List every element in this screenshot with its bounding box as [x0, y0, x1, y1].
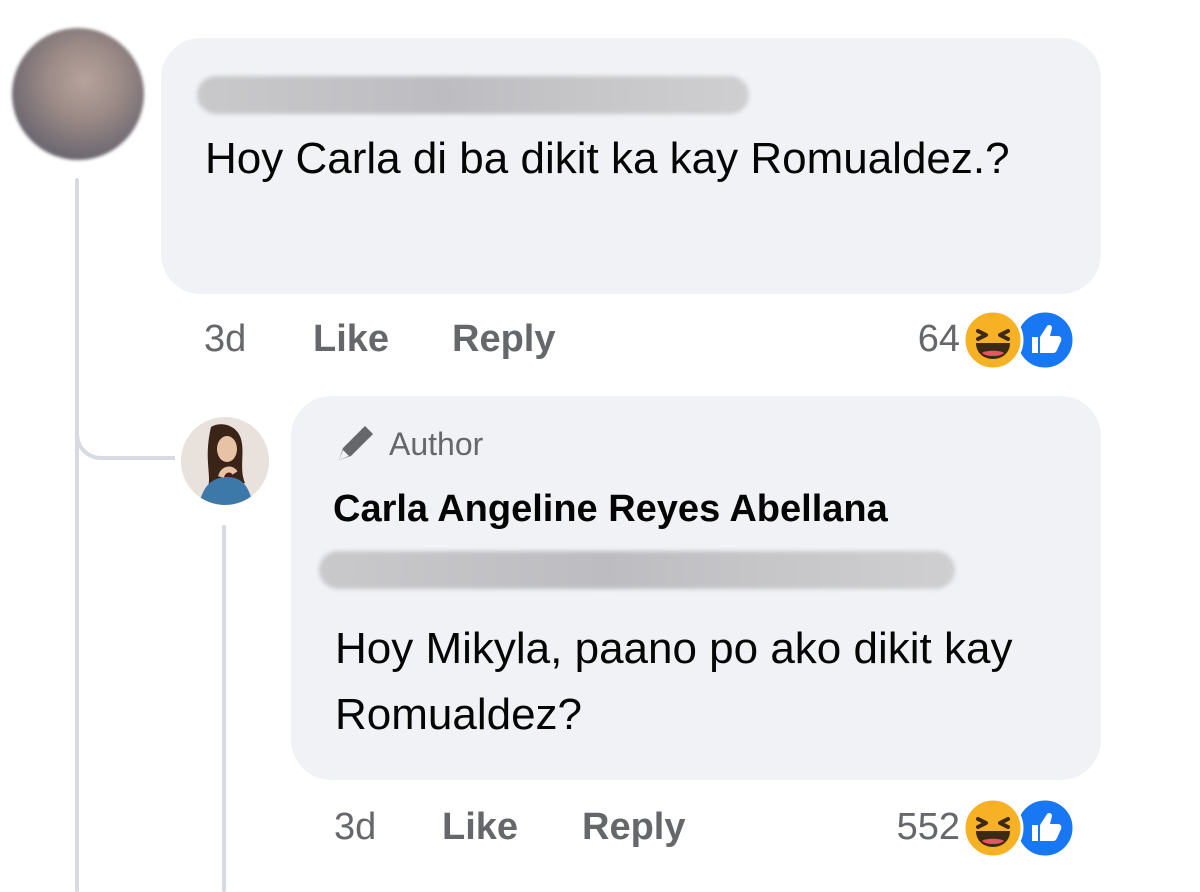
author-avatar[interactable]	[181, 417, 269, 505]
reply-like-button[interactable]: Like	[442, 806, 518, 849]
author-badge-label: Author	[389, 425, 484, 462]
reply-reactions[interactable]	[962, 793, 1092, 863]
comment-text: Hoy Carla di ba dikit ka kay Romualdez.?	[205, 134, 1010, 183]
haha-icon	[962, 309, 1024, 371]
redacted-mention	[319, 551, 955, 589]
reply-thread-line	[222, 525, 226, 892]
comment-like-button[interactable]: Like	[313, 318, 389, 361]
redacted-commenter-name	[197, 76, 749, 114]
comment-reaction-count[interactable]: 64	[880, 318, 960, 361]
comment-bubble: Hoy Carla di ba dikit ka kay Romualdez.?	[161, 38, 1101, 294]
comment-time[interactable]: 3d	[204, 318, 246, 361]
author-photo	[181, 417, 269, 505]
pencil-icon	[339, 426, 373, 460]
reply-text: Hoy Mikyla, paano po ako dikit kay Romua…	[335, 624, 1013, 739]
reply-reaction-count[interactable]: 552	[860, 806, 960, 849]
author-name[interactable]: Carla Angeline Reyes Abellana	[333, 488, 888, 531]
reply-connector	[75, 400, 175, 460]
comment-reactions[interactable]	[962, 305, 1092, 375]
commenter-avatar[interactable]	[12, 28, 144, 160]
reply-bubble: Author Carla Angeline Reyes Abellana Hoy…	[291, 396, 1101, 780]
comment-reply-button[interactable]: Reply	[452, 318, 555, 361]
author-badge: Author	[333, 422, 483, 466]
reply-time[interactable]: 3d	[334, 806, 376, 849]
thread-line	[75, 178, 79, 892]
haha-icon	[962, 797, 1024, 859]
reply-reply-button[interactable]: Reply	[582, 806, 685, 849]
